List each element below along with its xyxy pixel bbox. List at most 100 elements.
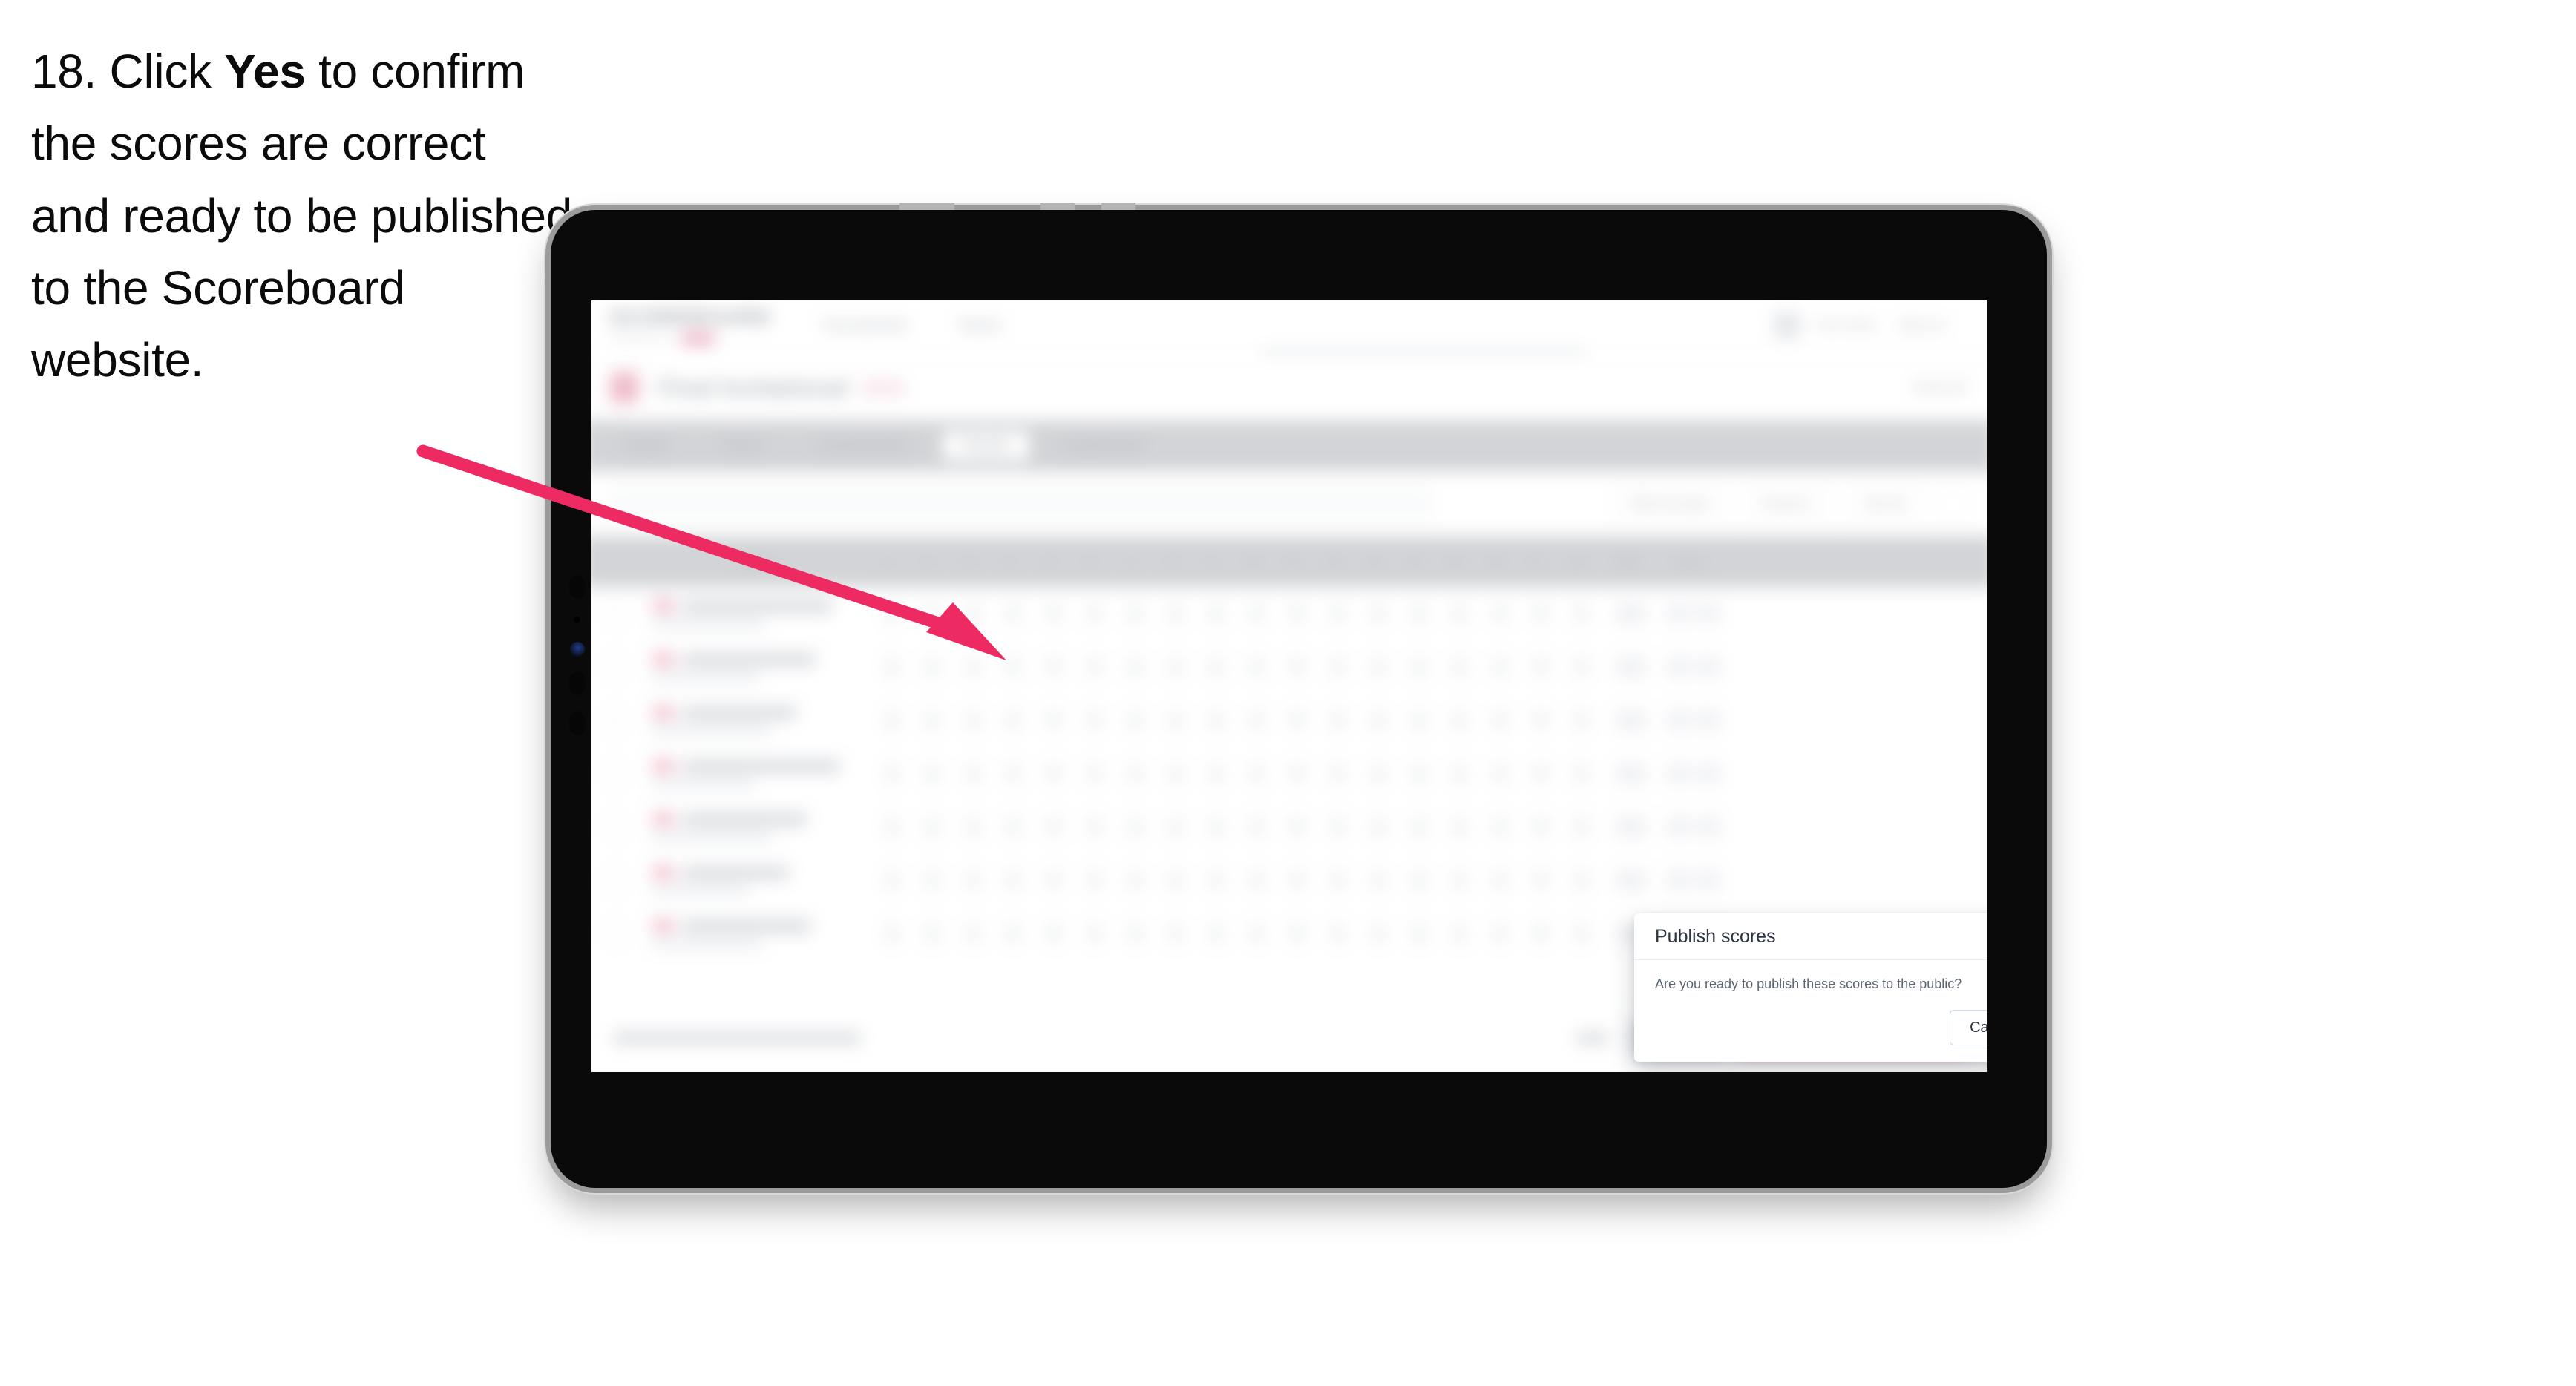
hole-score-cell[interactable] bbox=[1156, 710, 1196, 730]
hole-score-cell[interactable] bbox=[1317, 657, 1358, 677]
topnav-item-tournaments[interactable]: Tournaments bbox=[822, 317, 908, 334]
sort-by-select[interactable]: Sort by bbox=[1846, 486, 1925, 522]
hole-score-cell[interactable] bbox=[1399, 603, 1440, 623]
hole-score-cell[interactable] bbox=[1439, 710, 1480, 730]
hole-score-cell[interactable] bbox=[1317, 817, 1358, 837]
hole-score-cell[interactable] bbox=[1561, 657, 1602, 677]
hole-score-cell[interactable] bbox=[871, 923, 912, 944]
hole-score-cell[interactable] bbox=[1156, 657, 1196, 677]
hole-score-cell[interactable] bbox=[1521, 923, 1561, 944]
hole-score-cell[interactable] bbox=[993, 710, 1034, 730]
row-select-checkbox[interactable] bbox=[606, 923, 626, 944]
hole-score-cell[interactable] bbox=[871, 763, 912, 784]
hole-score-cell[interactable] bbox=[993, 603, 1034, 623]
hole-score-cell[interactable] bbox=[1075, 817, 1115, 837]
hole-score-cell[interactable] bbox=[912, 710, 953, 730]
hole-score-cell[interactable] bbox=[1439, 763, 1480, 784]
hole-score-cell[interactable] bbox=[1358, 657, 1399, 677]
hole-score-cell[interactable] bbox=[871, 817, 912, 837]
hole-score-cell[interactable] bbox=[1480, 870, 1521, 890]
hole-score-cell[interactable] bbox=[1399, 657, 1440, 677]
hole-score-cell[interactable] bbox=[1358, 763, 1399, 784]
hole-score-cell[interactable] bbox=[1156, 763, 1196, 784]
hole-score-cell[interactable] bbox=[1561, 710, 1602, 730]
hole-score-cell[interactable] bbox=[1521, 763, 1561, 784]
hole-score-cell[interactable] bbox=[1439, 817, 1480, 837]
hole-score-cell[interactable] bbox=[1196, 870, 1237, 890]
row-select-checkbox[interactable] bbox=[606, 603, 626, 623]
hole-score-cell[interactable] bbox=[1196, 603, 1237, 623]
hole-score-cell[interactable] bbox=[1115, 657, 1156, 677]
hole-score-cell[interactable] bbox=[1156, 817, 1196, 837]
hole-score-cell[interactable] bbox=[1196, 923, 1237, 944]
hole-score-cell[interactable] bbox=[1196, 817, 1237, 837]
hole-score-cell[interactable] bbox=[912, 763, 953, 784]
hole-score-cell[interactable] bbox=[993, 870, 1034, 890]
hole-score-cell[interactable] bbox=[953, 870, 994, 890]
hole-score-cell[interactable] bbox=[871, 710, 912, 730]
hole-score-cell[interactable] bbox=[1034, 710, 1075, 730]
filter-by-team-select[interactable]: Filter by team bbox=[1612, 486, 1728, 522]
row-select-checkbox[interactable] bbox=[606, 657, 626, 677]
tab-results[interactable]: Results bbox=[943, 430, 1029, 462]
hole-score-cell[interactable] bbox=[871, 870, 912, 890]
hole-score-cell[interactable] bbox=[912, 923, 953, 944]
topnav-user-name[interactable]: Your name bbox=[1815, 318, 1876, 332]
hole-score-cell[interactable] bbox=[1156, 923, 1196, 944]
hole-score-cell[interactable] bbox=[1196, 710, 1237, 730]
hole-score-cell[interactable] bbox=[953, 710, 994, 730]
row-select-checkbox[interactable] bbox=[606, 710, 626, 730]
hole-score-cell[interactable] bbox=[1196, 657, 1237, 677]
hole-score-cell[interactable] bbox=[1277, 817, 1318, 837]
hole-score-cell[interactable] bbox=[1480, 763, 1521, 784]
hole-score-cell[interactable] bbox=[1115, 923, 1156, 944]
hole-score-cell[interactable] bbox=[1561, 603, 1602, 623]
hole-score-cell[interactable] bbox=[1480, 817, 1521, 837]
footer-cancel-link[interactable] bbox=[1576, 1032, 1610, 1044]
hole-score-cell[interactable] bbox=[953, 657, 994, 677]
hole-score-cell[interactable] bbox=[1075, 710, 1115, 730]
hole-score-cell[interactable] bbox=[1521, 870, 1561, 890]
hole-score-cell[interactable] bbox=[1156, 603, 1196, 623]
hole-score-cell[interactable] bbox=[953, 763, 994, 784]
row-select-checkbox[interactable] bbox=[606, 763, 626, 784]
hole-score-cell[interactable] bbox=[1115, 763, 1156, 784]
hole-score-cell[interactable] bbox=[1236, 763, 1277, 784]
hole-score-cell[interactable] bbox=[1480, 603, 1521, 623]
hole-score-cell[interactable] bbox=[1439, 603, 1480, 623]
hole-score-cell[interactable] bbox=[1115, 710, 1156, 730]
hole-score-cell[interactable] bbox=[1480, 657, 1521, 677]
hole-score-cell[interactable] bbox=[1075, 763, 1115, 784]
hole-score-cell[interactable] bbox=[912, 870, 953, 890]
hole-score-cell[interactable] bbox=[1075, 870, 1115, 890]
hole-score-cell[interactable] bbox=[953, 923, 994, 944]
hole-score-cell[interactable] bbox=[1358, 923, 1399, 944]
settings-icon-button[interactable] bbox=[1936, 487, 1968, 520]
hole-score-cell[interactable] bbox=[1317, 763, 1358, 784]
hole-score-cell[interactable] bbox=[993, 763, 1034, 784]
table-row[interactable] bbox=[591, 854, 1987, 907]
hole-score-cell[interactable] bbox=[1034, 603, 1075, 623]
hole-score-cell[interactable] bbox=[1277, 710, 1318, 730]
hole-score-cell[interactable] bbox=[1358, 710, 1399, 730]
hole-score-cell[interactable] bbox=[1399, 817, 1440, 837]
hole-score-cell[interactable] bbox=[1236, 923, 1277, 944]
table-row[interactable] bbox=[591, 801, 1987, 854]
hole-score-cell[interactable] bbox=[912, 817, 953, 837]
table-row[interactable] bbox=[591, 640, 1987, 694]
hole-score-cell[interactable] bbox=[1034, 817, 1075, 837]
hole-score-cell[interactable] bbox=[1277, 657, 1318, 677]
hole-score-cell[interactable] bbox=[1561, 817, 1602, 837]
avatar[interactable] bbox=[1774, 312, 1800, 338]
hole-score-cell[interactable] bbox=[1480, 710, 1521, 730]
topnav-sign-out[interactable]: Sign out bbox=[1898, 318, 1945, 332]
hole-score-cell[interactable] bbox=[1399, 710, 1440, 730]
tab-teams[interactable]: Teams bbox=[702, 431, 783, 461]
hole-score-cell[interactable] bbox=[1358, 603, 1399, 623]
hole-score-cell[interactable] bbox=[1034, 923, 1075, 944]
hole-score-cell[interactable] bbox=[1317, 923, 1358, 944]
hole-score-cell[interactable] bbox=[993, 923, 1034, 944]
hole-score-cell[interactable] bbox=[1439, 923, 1480, 944]
cancel-button[interactable]: Cancel bbox=[1950, 1010, 1987, 1045]
hole-score-cell[interactable] bbox=[993, 657, 1034, 677]
